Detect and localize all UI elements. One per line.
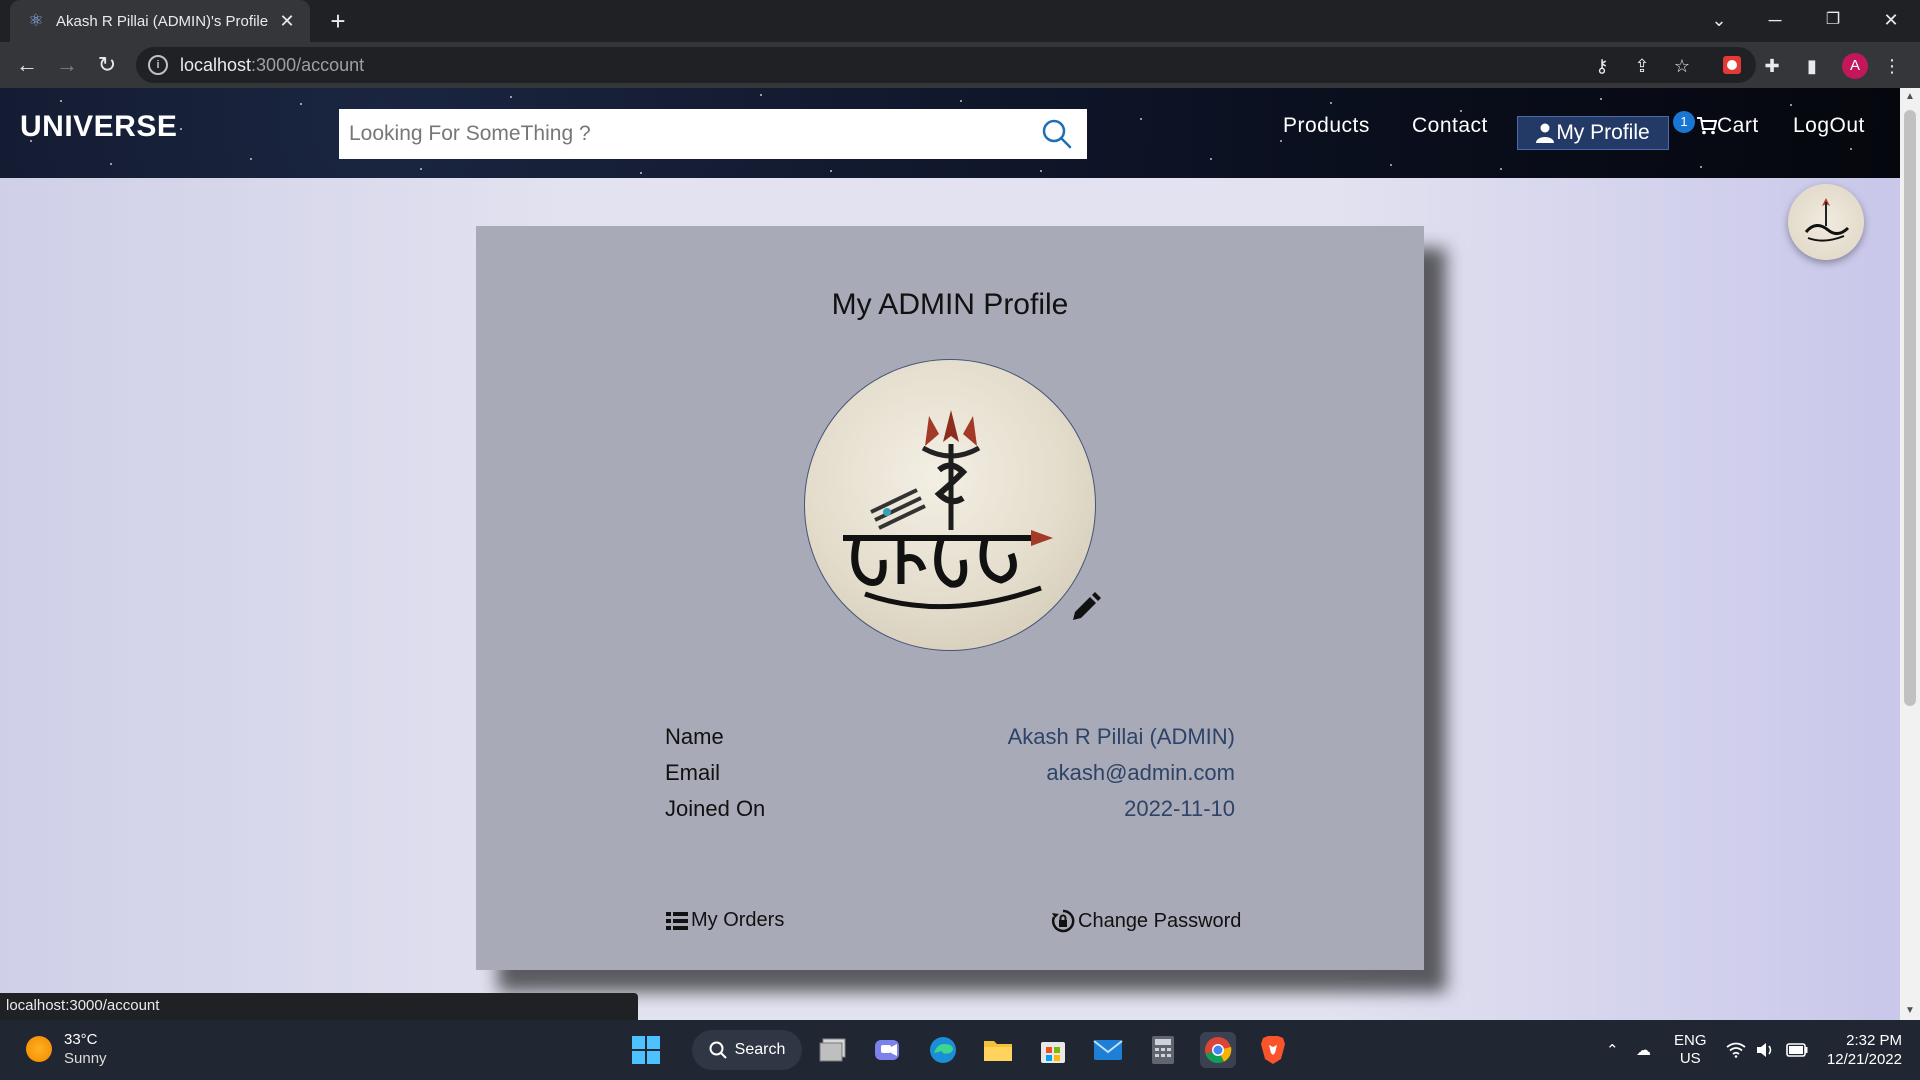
field-label: Joined On — [665, 796, 766, 821]
nav-my-profile-label: My Profile — [1556, 121, 1650, 144]
teams-chat-icon[interactable] — [870, 1032, 906, 1068]
tab-search-chevron-icon[interactable]: ⌄ — [1694, 0, 1744, 42]
field-label: Name — [665, 724, 724, 749]
scroll-down-arrow-icon[interactable]: ▼ — [1900, 1002, 1920, 1020]
region-code: US — [1679, 1050, 1701, 1067]
site-search-bar — [339, 109, 1087, 159]
profile-avatar-image[interactable] — [804, 359, 1096, 651]
password-key-icon[interactable]: ⚷ — [1590, 54, 1614, 78]
calculator-icon[interactable] — [1145, 1032, 1181, 1068]
search-input[interactable] — [339, 109, 1027, 159]
field-value: akash@admin.com — [1046, 760, 1235, 785]
browser-profile-avatar[interactable]: A — [1842, 53, 1868, 79]
minimize-icon[interactable]: ─ — [1750, 0, 1800, 42]
sun-icon — [26, 1036, 52, 1062]
profile-field-joined: Joined On 2022-11-10 — [665, 796, 1235, 822]
scrollbar-thumb[interactable] — [1904, 110, 1916, 706]
clock-time: 2:32 PM — [1846, 1032, 1902, 1049]
nav-cart[interactable]: Cart — [1697, 114, 1759, 138]
address-bar[interactable]: i localhost:3000/account — [136, 47, 1756, 83]
weather-temp: 33°C — [64, 1031, 98, 1048]
restore-icon[interactable]: ❐ — [1808, 0, 1858, 42]
bookmark-star-icon[interactable]: ☆ — [1670, 54, 1694, 78]
battery-icon[interactable] — [1786, 1020, 1808, 1080]
side-panel-icon[interactable]: ▮ — [1800, 54, 1824, 78]
reload-icon[interactable]: ↻ — [90, 48, 124, 82]
cart-icon — [1697, 117, 1717, 135]
language-code: ENG — [1674, 1032, 1707, 1049]
taskbar-search-button[interactable]: Search — [692, 1030, 802, 1070]
site-header: UNIVERSE Products Contact My Profile 1 C… — [0, 88, 1900, 178]
task-view-icon[interactable] — [816, 1032, 852, 1068]
my-orders-label: My Orders — [691, 909, 785, 931]
nav-cart-label: Cart — [1717, 114, 1759, 137]
site-logo[interactable]: UNIVERSE — [20, 110, 177, 144]
nav-logout[interactable]: LogOut — [1793, 114, 1865, 138]
search-icon[interactable] — [1027, 109, 1087, 159]
profile-field-name: Name Akash R Pillai (ADMIN) — [665, 724, 1235, 750]
weather-desc: Sunny — [64, 1050, 107, 1067]
taskbar-search-label: Search — [734, 1041, 786, 1058]
volume-icon[interactable] — [1756, 1020, 1776, 1080]
field-label: Email — [665, 760, 721, 785]
weather-widget[interactable]: 33°C Sunny — [26, 1030, 107, 1068]
language-indicator[interactable]: ENG US — [1674, 1020, 1707, 1080]
tab-title: Akash R Pillai (ADMIN)'s Profile — [56, 12, 269, 30]
browser-tab-bar: ⚛ Akash R Pillai (ADMIN)'s Profile ✕ + ⌄… — [0, 0, 1920, 42]
profile-title: My ADMIN Profile — [831, 288, 1069, 321]
cart-count-badge: 1 — [1673, 111, 1695, 133]
clock[interactable]: 2:32 PM 12/21/2022 — [1826, 1020, 1902, 1080]
microsoft-store-icon[interactable] — [1035, 1032, 1071, 1068]
change-password-label: Change Password — [1078, 909, 1242, 932]
nav-products[interactable]: Products — [1283, 114, 1370, 138]
status-bar-url: localhost:3000/account — [0, 993, 638, 1020]
share-icon[interactable]: ⇪ — [1630, 54, 1654, 78]
close-window-icon[interactable]: ✕ — [1866, 0, 1916, 42]
onedrive-cloud-icon[interactable]: ☁ — [1636, 1020, 1651, 1080]
wifi-icon[interactable] — [1726, 1020, 1746, 1080]
nav-contact[interactable]: Contact — [1412, 114, 1488, 138]
url-path: :3000/account — [251, 54, 365, 75]
back-icon[interactable]: ← — [10, 48, 44, 82]
edit-pencil-icon[interactable] — [1068, 591, 1102, 625]
lock-reset-icon — [1051, 909, 1075, 933]
extensions-puzzle-icon[interactable]: ✚ — [1760, 54, 1784, 78]
windows-taskbar: 33°C Sunny Search ⌃ ☁ ENG US 2:32 PM 12/… — [0, 1020, 1920, 1080]
start-windows-icon[interactable] — [628, 1032, 664, 1068]
browser-tab[interactable]: ⚛ Akash R Pillai (ADMIN)'s Profile ✕ — [10, 0, 310, 42]
floating-user-avatar[interactable] — [1788, 184, 1864, 260]
extension-icon[interactable] — [1720, 54, 1744, 78]
react-favicon-icon: ⚛ — [28, 11, 44, 30]
close-tab-icon[interactable]: ✕ — [276, 10, 298, 32]
list-icon — [666, 911, 688, 930]
file-explorer-icon[interactable] — [980, 1032, 1016, 1068]
change-password-link[interactable]: Change Password — [1051, 909, 1241, 933]
edge-browser-icon[interactable] — [925, 1032, 961, 1068]
search-icon — [709, 1041, 727, 1059]
mail-icon[interactable] — [1090, 1032, 1126, 1068]
scroll-up-arrow-icon[interactable]: ▲ — [1900, 88, 1920, 106]
page-viewport: UNIVERSE Products Contact My Profile 1 C… — [0, 88, 1900, 1020]
forward-icon[interactable]: → — [50, 48, 84, 82]
clock-date: 12/21/2022 — [1826, 1051, 1902, 1068]
chrome-icon[interactable] — [1200, 1032, 1236, 1068]
site-info-icon[interactable]: i — [148, 55, 168, 75]
my-orders-link[interactable]: My Orders — [666, 909, 784, 932]
browser-menu-icon[interactable]: ⋮ — [1880, 54, 1904, 78]
url-host: localhost — [180, 54, 252, 75]
brave-browser-icon[interactable] — [1255, 1032, 1291, 1068]
new-tab-icon[interactable]: + — [322, 6, 354, 38]
field-value: 2022-11-10 — [1124, 796, 1235, 821]
page-scrollbar[interactable]: ▲ ▼ — [1900, 88, 1920, 1020]
user-icon — [1536, 123, 1555, 143]
profile-field-email: Email akash@admin.com — [665, 760, 1235, 786]
profile-card: My ADMIN Profile Name Akash R Pillai (AD… — [476, 226, 1424, 970]
browser-toolbar: ← → ↻ i localhost:3000/account ⚷ ⇪ ☆ ✚ ▮… — [0, 42, 1920, 88]
show-hidden-icons-chevron[interactable]: ⌃ — [1606, 1020, 1619, 1080]
nav-my-profile-button[interactable]: My Profile — [1517, 116, 1669, 150]
field-value: Akash R Pillai (ADMIN) — [1007, 724, 1235, 749]
